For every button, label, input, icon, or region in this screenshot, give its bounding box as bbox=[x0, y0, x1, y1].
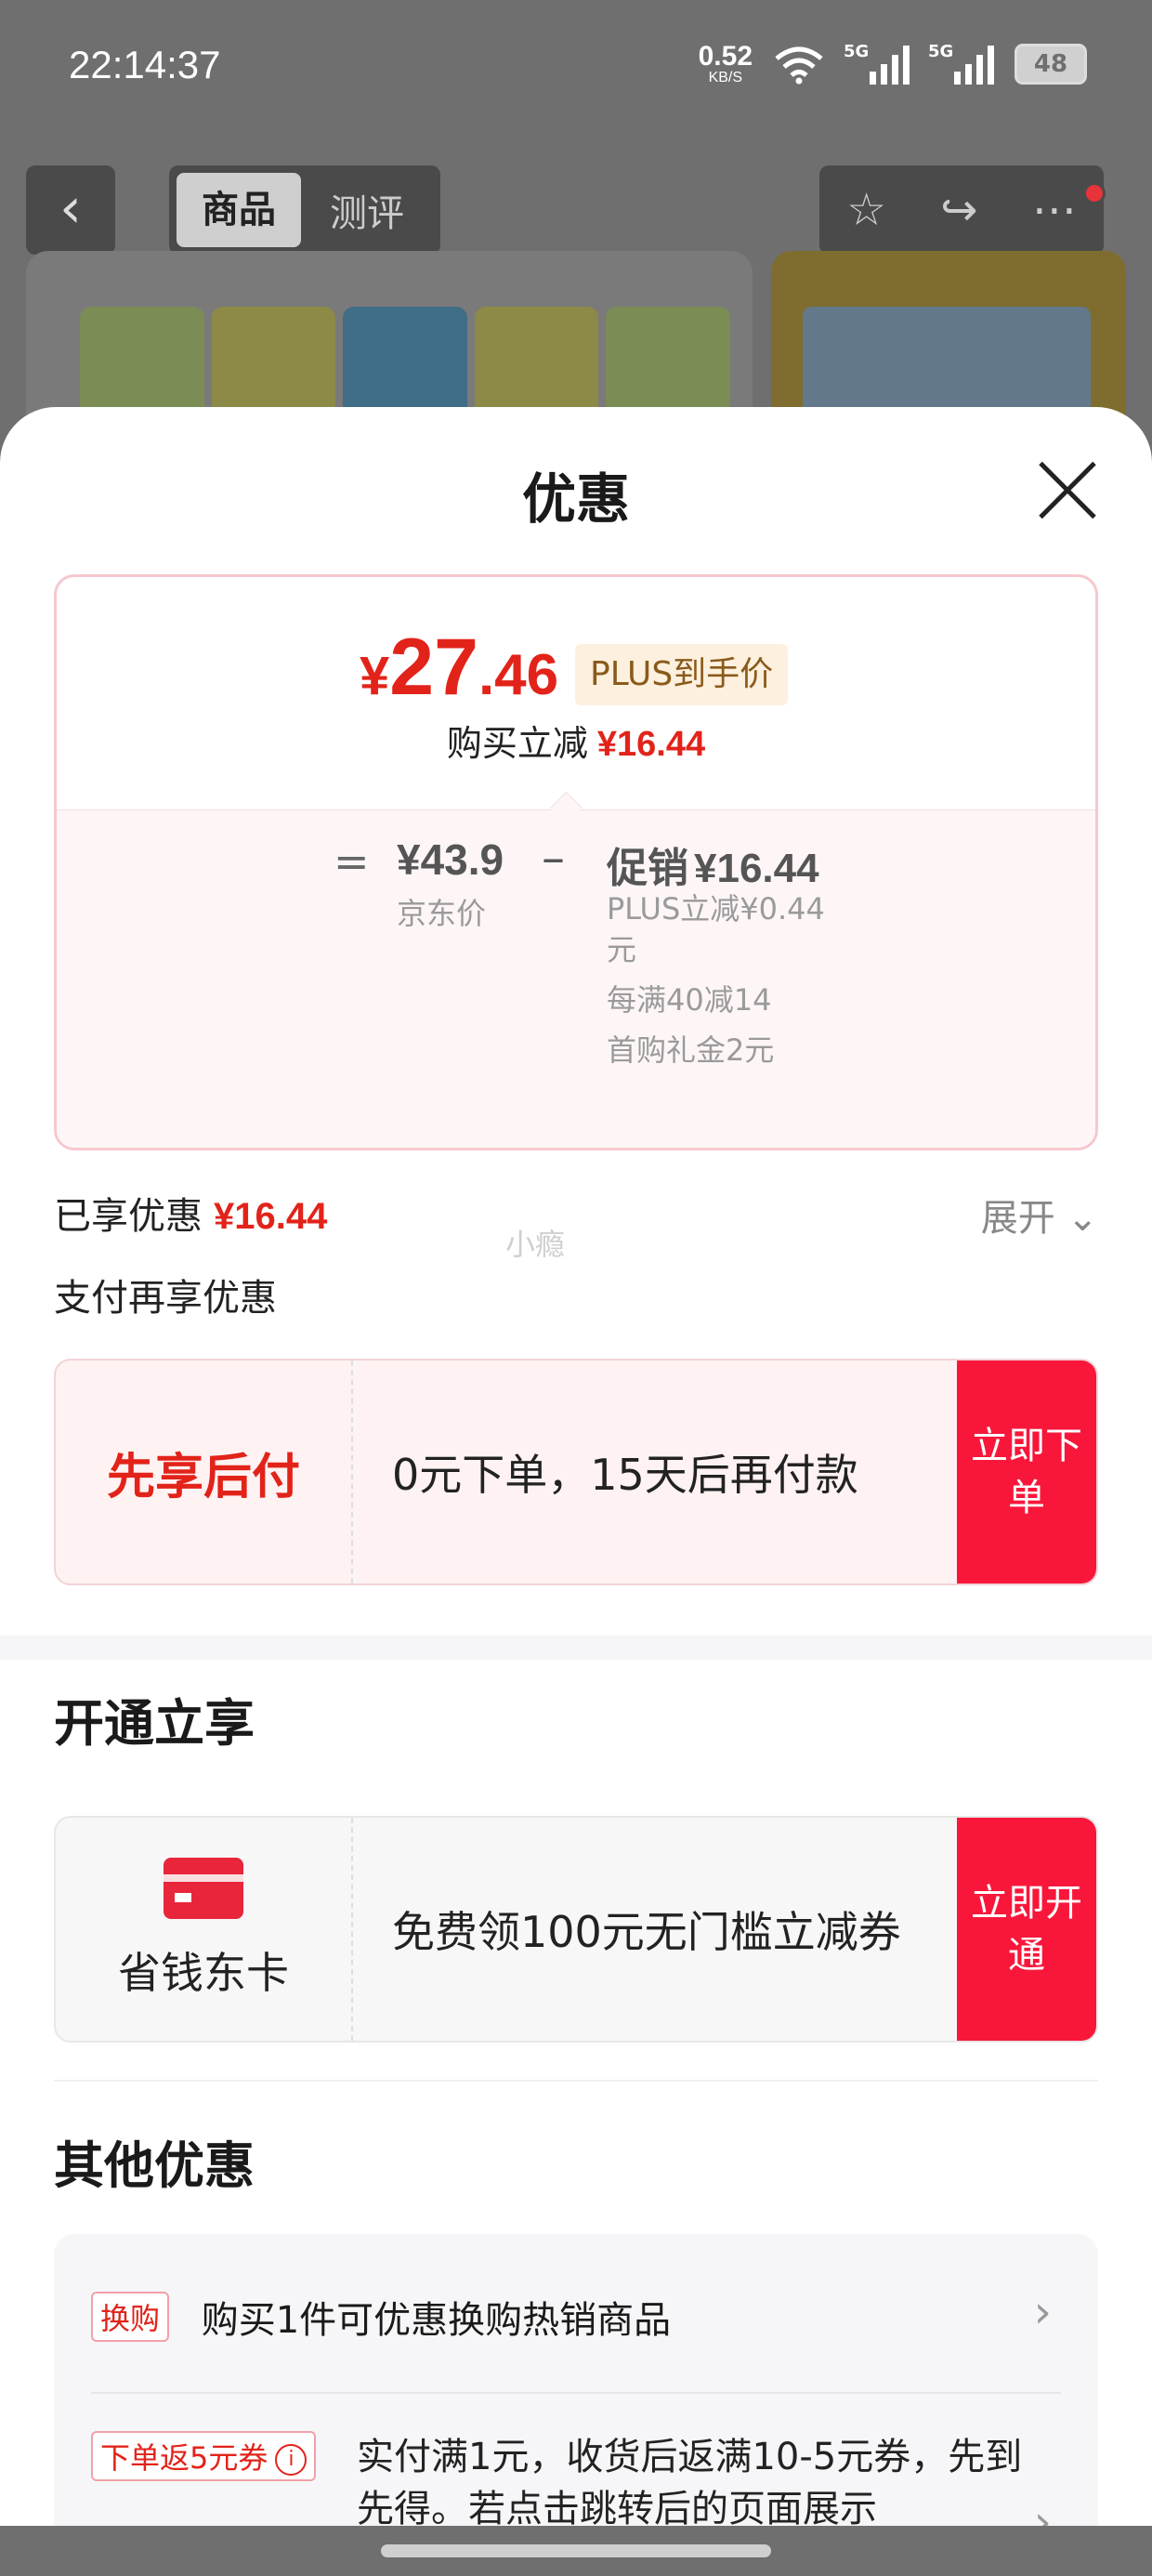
promo-label: 促销 bbox=[607, 845, 688, 892]
promo-detail-plus: PLUS立减¥0.44元 bbox=[607, 891, 825, 967]
chevron-down-icon: ⌄ bbox=[1067, 1197, 1098, 1240]
net-speed-unit: KB/S bbox=[708, 70, 743, 85]
coupon-tag-group: 下单返5元券 i bbox=[91, 2431, 317, 2481]
pay-later-text: 0元下单，15天后再付款 bbox=[392, 1450, 858, 1500]
expand-button[interactable]: 展开 ⌄ bbox=[981, 1188, 1098, 1242]
sheet-title: 优惠 bbox=[521, 467, 630, 531]
gesture-area bbox=[0, 2526, 1152, 2576]
minus-sign: – bbox=[542, 831, 565, 885]
save-card-brand: 省钱东卡 bbox=[56, 1818, 353, 2041]
status-time: 22:14:37 bbox=[69, 43, 221, 86]
enjoyed-label: 已享优惠 bbox=[54, 1195, 203, 1238]
equals-sign: = bbox=[334, 836, 370, 887]
save-card-name: 省钱东卡 bbox=[118, 1948, 289, 1998]
other-offers-list: 换购 购买1件可优惠换购热销商品 › 下单返5元券 i 实付满1元，收货后返满10… bbox=[54, 2234, 1098, 2576]
card-icon bbox=[164, 1858, 243, 1919]
expand-label: 展开 bbox=[980, 1197, 1055, 1240]
signal-2-label: 5G bbox=[928, 42, 954, 61]
watermark: 小瘾 bbox=[505, 1227, 566, 1262]
save-card-offer[interactable]: 省钱东卡 免费领100元无门槛立减券 立即开通 bbox=[54, 1816, 1098, 2043]
open-section-title: 开通立享 bbox=[54, 1694, 255, 1753]
exchange-tag: 换购 bbox=[91, 2292, 170, 2342]
instant-discount-value: ¥16.44 bbox=[596, 725, 706, 764]
offer-row-exchange[interactable]: 换购 购买1件可优惠换购热销商品 › bbox=[91, 2286, 1061, 2344]
price-card: ¥27.46 PLUS到手价 购买立减 ¥16.44 = ¥43.9 京东价 – … bbox=[54, 574, 1098, 1150]
star-icon[interactable]: ☆ bbox=[846, 184, 886, 236]
net-speed: 0.52 KB/S bbox=[699, 43, 753, 85]
price-integer: 27 bbox=[389, 623, 478, 712]
plus-price-tag: PLUS到手价 bbox=[575, 644, 789, 705]
price-card-top: ¥27.46 PLUS到手价 购买立减 ¥16.44 bbox=[57, 577, 1095, 809]
net-speed-value: 0.52 bbox=[698, 41, 753, 72]
coupon-tag-label: 下单返5元券 bbox=[100, 2440, 268, 2476]
tab-product[interactable]: 商品 bbox=[177, 173, 301, 247]
signal-icon-1: 5G bbox=[844, 42, 910, 85]
exchange-text: 购买1件可优惠换购热销商品 bbox=[201, 2299, 672, 2342]
enjoyed-discount: 已享优惠 ¥16.44 bbox=[54, 1186, 327, 1240]
wifi-icon bbox=[775, 46, 823, 85]
promo-value: ¥16.44 bbox=[694, 846, 819, 891]
home-indicator[interactable] bbox=[381, 2544, 771, 2557]
discount-sheet: 优惠 ¥27.46 PLUS到手价 购买立减 ¥16.44 = ¥43.9 京东价… bbox=[0, 407, 1152, 2576]
back-arrow-icon[interactable]: ‹ bbox=[26, 165, 115, 255]
price-breakdown: = ¥43.9 京东价 – 促销 ¥16.44 PLUS立减¥0.44元 每满40… bbox=[57, 809, 1095, 1148]
price-decimal: .46 bbox=[478, 643, 559, 707]
product-tabs: 商品 测评 bbox=[169, 165, 440, 255]
instant-discount-label: 购买立减 bbox=[446, 723, 588, 764]
close-icon[interactable] bbox=[1035, 457, 1100, 522]
nav-actions: ☆ ↪ ⋯ bbox=[819, 165, 1106, 255]
pay-later-badge: 先享后付 bbox=[56, 1360, 353, 1584]
final-price: ¥27.46 bbox=[360, 622, 558, 714]
offer-divider bbox=[91, 2392, 1061, 2394]
signal-icon-2: 5G bbox=[928, 42, 994, 85]
product-nav-bar: ‹ 商品 测评 ☆ ↪ ⋯ bbox=[0, 165, 1152, 255]
status-bar: 22:14:37 0.52 KB/S 5G 5G 48 bbox=[0, 0, 1152, 139]
chevron-right-icon: › bbox=[1033, 2286, 1052, 2338]
order-now-button[interactable]: 立即下单 bbox=[957, 1360, 1096, 1584]
pay-more-label: 支付再享优惠 bbox=[54, 1277, 277, 1320]
save-card-text: 免费领100元无门槛立减券 bbox=[392, 1907, 901, 1957]
battery-icon: 48 bbox=[1015, 44, 1087, 85]
tab-review[interactable]: 测评 bbox=[301, 183, 433, 237]
notification-dot bbox=[1083, 182, 1106, 204]
signal-1-label: 5G bbox=[844, 42, 870, 61]
promo-detail-threshold: 每满40减14 bbox=[607, 982, 772, 1018]
promo-detail-firstbuy: 首购礼金2元 bbox=[607, 1032, 775, 1068]
divider bbox=[54, 2080, 1098, 2082]
status-indicators: 0.52 KB/S 5G 5G 48 bbox=[699, 42, 1087, 85]
section-divider bbox=[0, 1636, 1152, 1660]
instant-discount: 购买立减 ¥16.44 bbox=[57, 715, 1095, 766]
open-now-button[interactable]: 立即开通 bbox=[957, 1818, 1096, 2041]
share-icon[interactable]: ↪ bbox=[940, 184, 977, 236]
price-currency: ¥ bbox=[360, 646, 390, 706]
enjoyed-value: ¥16.44 bbox=[214, 1196, 328, 1237]
pay-later-card[interactable]: 先享后付 0元下单，15天后再付款 立即下单 bbox=[54, 1359, 1098, 1585]
other-section-title: 其他优惠 bbox=[54, 2136, 255, 2195]
info-icon[interactable]: i bbox=[275, 2444, 308, 2476]
promo-total: 促销 ¥16.44 bbox=[607, 835, 819, 894]
jd-price: ¥43.9 bbox=[397, 835, 504, 884]
promo-details: PLUS立减¥0.44元 每满40减14 首购礼金2元 bbox=[607, 888, 848, 1080]
coupon-tag: 下单返5元券 i bbox=[91, 2431, 317, 2481]
coupon-text: 实付满1元，收货后返满10-5元券，先到先得。若点击跳转后的页面展示 bbox=[357, 2436, 1023, 2530]
more-icon[interactable]: ⋯ bbox=[1032, 184, 1077, 236]
jd-price-label: 京东价 bbox=[397, 896, 487, 931]
